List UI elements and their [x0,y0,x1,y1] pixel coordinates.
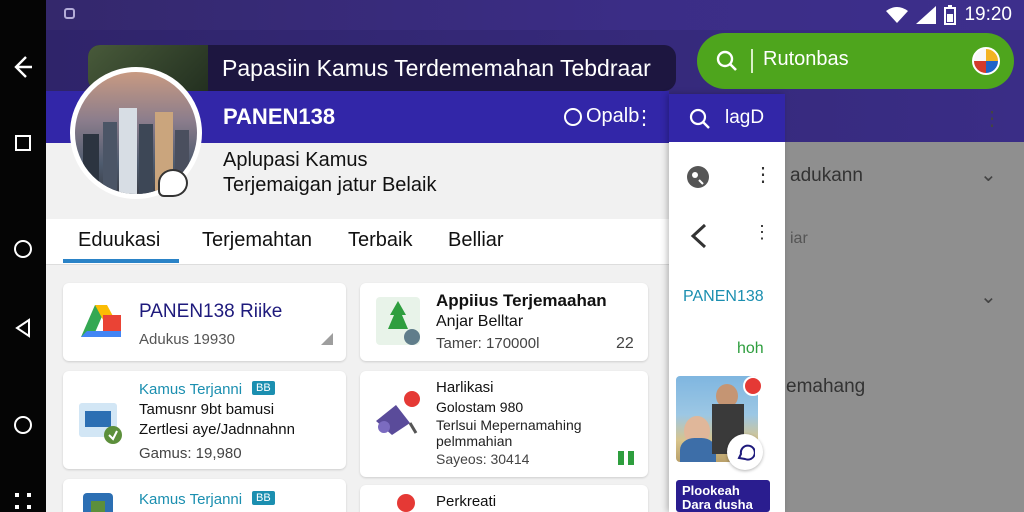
active-tab-indicator [63,259,179,263]
app-icon [376,391,420,435]
app-tagline: Terjemaigan jatur Belaik [223,174,437,196]
tab-terjemahan[interactable]: Terjemahtan [202,229,312,252]
tab-bar: Eduukasi Terjemahtan Terbaik Belliar [46,219,669,265]
search-icon [689,108,710,129]
card-title: Perkreati [436,493,497,510]
card-line: Zertlesi aye/Jadnnahnn [139,421,295,438]
card-meta: Tamer: 170000l [436,335,540,352]
corner-triangle-icon [321,333,333,345]
back-triangle-icon[interactable] [8,313,38,343]
grid-icon[interactable] [8,486,38,512]
more-options-icon[interactable]: ⋮ [753,162,773,187]
app-card[interactable]: Appiius Terjemaahan Anjar Belltar Tamer:… [360,283,648,361]
promo-banner[interactable]: Plookeah Dara dusha [676,480,770,512]
app-card[interactable]: PANEN138 Riike Adukus 19930 [63,283,346,361]
card-meta: Adukus 19930 [139,331,235,348]
card-line: pelmmahian [436,433,513,449]
tab-belajar[interactable]: Belliar [448,229,504,252]
card-count: 22 [616,335,634,352]
card-title: Kamus Terjanni [139,381,243,398]
card-title: Appiius Terjemaahan [436,291,607,310]
notification-badge-icon [397,494,415,512]
app-card[interactable]: Kamus Terjanni BB [63,479,346,512]
chat-bubble-icon [158,169,188,197]
status-indicator-icon [618,451,634,465]
banner-title: Papasiin Kamus Terdememahan Tebdraar [222,55,651,81]
battery-icon [944,5,957,25]
card-subtitle: Golostam 980 [436,399,524,415]
search-query: Rutonbas [763,48,849,70]
app-card[interactable]: Perkreati [360,485,648,512]
search-icon [716,50,737,71]
status-bar: 19:20 [46,0,1024,30]
more-options-icon[interactable]: ⋮ [753,222,771,243]
app-card[interactable]: Kamus Terjanni BB Tamusnr 9bt bamusi Zer… [63,371,346,469]
recents-icon[interactable] [8,128,38,158]
clock: 19:20 [964,4,1012,25]
home-circle-icon[interactable] [8,410,38,440]
search-bar[interactable]: Rutonbas [697,33,1014,89]
card-line: Terlsui Mepernamahing [436,417,582,433]
chat-icon [737,444,755,461]
side-panel: lagD ⋮ ⋮ PANEN138 hoh Plookeah Dara dush… [669,94,785,512]
background-row-text: iar [790,230,808,247]
card-title: Kamus Terjanni [139,491,243,508]
header-action-label[interactable]: Opalb [586,105,639,128]
app-card[interactable]: Harlikasi Golostam 980 Terlsui Mepernama… [360,371,648,477]
card-meta: Gamus: 19,980 [139,445,242,462]
notification-icon [64,8,75,19]
drive-icon [81,305,121,337]
translate-app-icon [376,297,420,345]
dictionary-icon [83,493,113,512]
notification-badge-icon [743,376,763,396]
card-line: Tamusnr 9bt bamusi [139,401,275,418]
card-title: PANEN138 Riike [139,301,283,322]
panel-search-label: lagD [725,107,765,128]
card-meta: Sayeos: 30414 [436,451,530,467]
back-icon[interactable] [8,52,38,82]
search-divider [751,49,753,73]
background-more-icon: ⋮ [982,108,1002,130]
share-icon[interactable] [687,222,711,250]
card-title: Harlikasi [436,379,494,396]
wifi-icon [886,7,909,23]
brand-name: PANEN138 [223,104,336,129]
main-app: PANEN138 Opalb ⋮ Aplupasi Kamus Terjemai… [46,67,669,512]
badge: BB [252,491,275,505]
background-row-text: adukann [790,165,863,186]
badge: BB [252,381,275,395]
panel-search[interactable]: lagD [669,94,785,142]
system-nav-bar [0,0,46,512]
more-options-icon[interactable]: ⋮ [634,105,654,130]
banner-line: Plookeah [682,483,740,498]
status-icons: 19:20 [886,4,1012,26]
settings-icon[interactable] [685,164,711,190]
tab-terbaik[interactable]: Terbaik [348,229,412,252]
chevron-down-icon: ⌄ [980,164,997,186]
refresh-icon[interactable] [564,108,582,126]
signal-icon [916,6,937,24]
panel-link[interactable]: hoh [737,340,764,358]
chevron-down-icon: ⌄ [980,286,997,308]
app-subtitle: Aplupasi Kamus [223,149,368,171]
card-subtitle: Anjar Belltar [436,313,524,330]
dictionary-icon [79,403,122,444]
panel-brand: PANEN138 [683,288,764,305]
banner-line: Dara dusha [682,497,753,512]
background-row-text: emahang [786,376,866,397]
tab-edukasi[interactable]: Eduukasi [78,229,160,252]
chat-fab-button[interactable] [727,434,763,470]
home-icon[interactable] [8,234,38,264]
account-avatar[interactable] [972,47,1000,75]
